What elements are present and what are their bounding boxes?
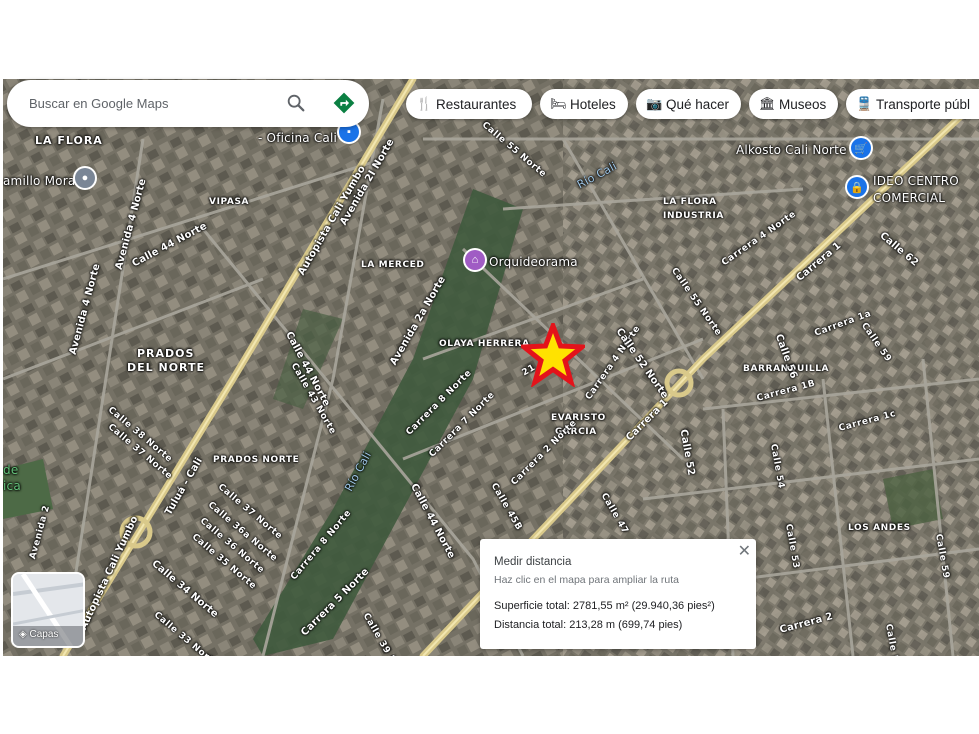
chip-label: Hoteles	[570, 96, 616, 112]
poi-label: IDEO CENTRO	[873, 174, 959, 188]
poi-label: Alkosto Cali Norte	[736, 143, 847, 157]
search-icon[interactable]	[285, 92, 307, 114]
measure-distance-card: Medir distancia Haz clic en el mapa para…	[480, 539, 756, 649]
museum-icon: 🏛	[759, 96, 776, 111]
chip-label: Restaurantes	[436, 96, 517, 112]
museum-pin-icon[interactable]: ⌂	[465, 250, 485, 270]
camera-icon: 📷	[646, 96, 663, 111]
chip-hotels[interactable]: 🛏 Hoteles	[540, 89, 628, 119]
measure-title: Medir distancia	[494, 556, 572, 568]
measure-subtitle: Haz clic en el mapa para ampliar la ruta	[494, 574, 680, 586]
search-input[interactable]: Buscar en Google Maps	[29, 96, 168, 111]
neighborhood-label: LOS ANDES	[848, 523, 911, 533]
neighborhood-label: PRADOS NORTE	[213, 455, 300, 465]
layers-button[interactable]: ◈ Capas	[11, 572, 85, 648]
park-label: ica	[3, 479, 21, 493]
neighborhood-label: EVARISTO	[551, 413, 606, 423]
neighborhood-label: PRADOS	[137, 347, 195, 360]
search-bar[interactable]: Buscar en Google Maps	[7, 80, 369, 127]
chip-label: Museos	[779, 96, 827, 112]
neighborhood-label: LA MERCED	[361, 260, 425, 270]
neighborhood-label: INDUSTRIA	[663, 211, 724, 221]
directions-icon[interactable]	[333, 92, 355, 114]
layers-stack-icon: ◈	[19, 629, 30, 640]
chip-label: Qué hacer	[666, 96, 730, 112]
close-icon[interactable]: ✕	[738, 541, 751, 561]
poi-label: Orquideorama	[489, 255, 578, 269]
neighborhood-label: LA FLORA	[35, 134, 103, 147]
chip-things-to-do[interactable]: 📷 Qué hacer	[636, 89, 741, 119]
layers-label: ◈ Capas	[19, 629, 59, 640]
poi-label: amillo Mora	[3, 174, 76, 188]
chip-restaurants[interactable]: 🍴 Restaurantes	[406, 89, 532, 119]
place-pin-icon[interactable]: ●	[75, 168, 95, 188]
neighborhood-label: LA FLORA	[663, 197, 717, 207]
neighborhood-label: OLAYA HERRERA	[439, 339, 530, 349]
train-icon: 🚆	[856, 96, 873, 111]
measure-area: Superficie total: 2781,55 m² (29.940,36 …	[494, 600, 715, 612]
bed-icon: 🛏	[550, 96, 567, 111]
fork-knife-icon: 🍴	[416, 96, 433, 111]
shopping-cart-pin-icon[interactable]: 🛒	[851, 138, 871, 158]
chip-label: Transporte públ	[876, 96, 971, 112]
park-label: de	[3, 463, 19, 477]
neighborhood-label: DEL NORTE	[127, 361, 206, 374]
chip-transit[interactable]: 🚆 Transporte públ	[846, 89, 979, 119]
neighborhood-label: VIPASA	[209, 197, 250, 207]
poi-label: - Oficina Cali	[258, 131, 338, 145]
measure-distance: Distancia total: 213,28 m (699,74 pies)	[494, 619, 683, 631]
chip-museums[interactable]: 🏛 Museos	[749, 89, 838, 119]
shopping-bag-pin-icon[interactable]: 🔒	[847, 177, 867, 197]
star-marker-icon	[521, 323, 585, 387]
poi-label: COMERCIAL	[873, 191, 946, 205]
